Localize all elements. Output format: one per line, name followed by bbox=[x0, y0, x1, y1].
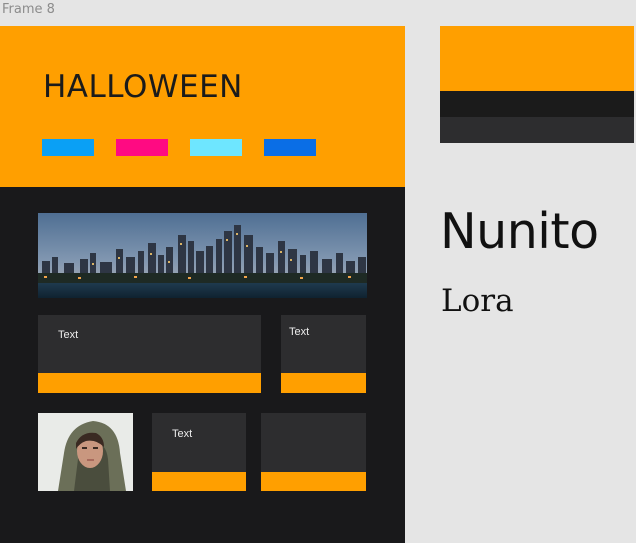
font-sample-primary[interactable]: Nunito bbox=[440, 203, 599, 260]
palette-swatch-dark-gray[interactable] bbox=[440, 117, 634, 143]
card-small[interactable]: Text bbox=[152, 413, 246, 491]
header-banner: HALLOWEEN bbox=[0, 26, 405, 187]
card-label: Text bbox=[289, 326, 310, 338]
city-skyline-image bbox=[38, 213, 367, 298]
hooded-woman-portrait-image bbox=[38, 413, 133, 491]
card-accent-bar bbox=[261, 472, 366, 491]
hero-image[interactable] bbox=[38, 213, 367, 298]
card-accent-bar bbox=[38, 373, 261, 393]
portrait-image[interactable] bbox=[38, 413, 133, 491]
swatch-magenta[interactable] bbox=[116, 139, 168, 156]
palette-swatch-orange[interactable] bbox=[440, 26, 634, 91]
palette-swatch-black[interactable] bbox=[440, 91, 634, 117]
swatch-sky-blue[interactable] bbox=[42, 139, 94, 156]
design-frame[interactable]: HALLOWEEN Text Text Text bbox=[0, 26, 405, 543]
card-wide[interactable]: Text bbox=[38, 315, 261, 393]
page-title: HALLOWEEN bbox=[43, 69, 243, 105]
frame-label[interactable]: Frame 8 bbox=[2, 2, 55, 17]
color-palette[interactable] bbox=[440, 26, 634, 143]
card-label: Text bbox=[172, 428, 193, 440]
card-narrow[interactable]: Text bbox=[281, 315, 366, 393]
font-sample-secondary[interactable]: Lora bbox=[441, 283, 514, 319]
swatch-blue[interactable] bbox=[264, 139, 316, 156]
swatch-cyan[interactable] bbox=[190, 139, 242, 156]
card-accent-bar bbox=[152, 472, 246, 491]
card-label: Text bbox=[58, 329, 79, 341]
card-accent-bar bbox=[281, 373, 366, 393]
card-empty[interactable] bbox=[261, 413, 366, 491]
